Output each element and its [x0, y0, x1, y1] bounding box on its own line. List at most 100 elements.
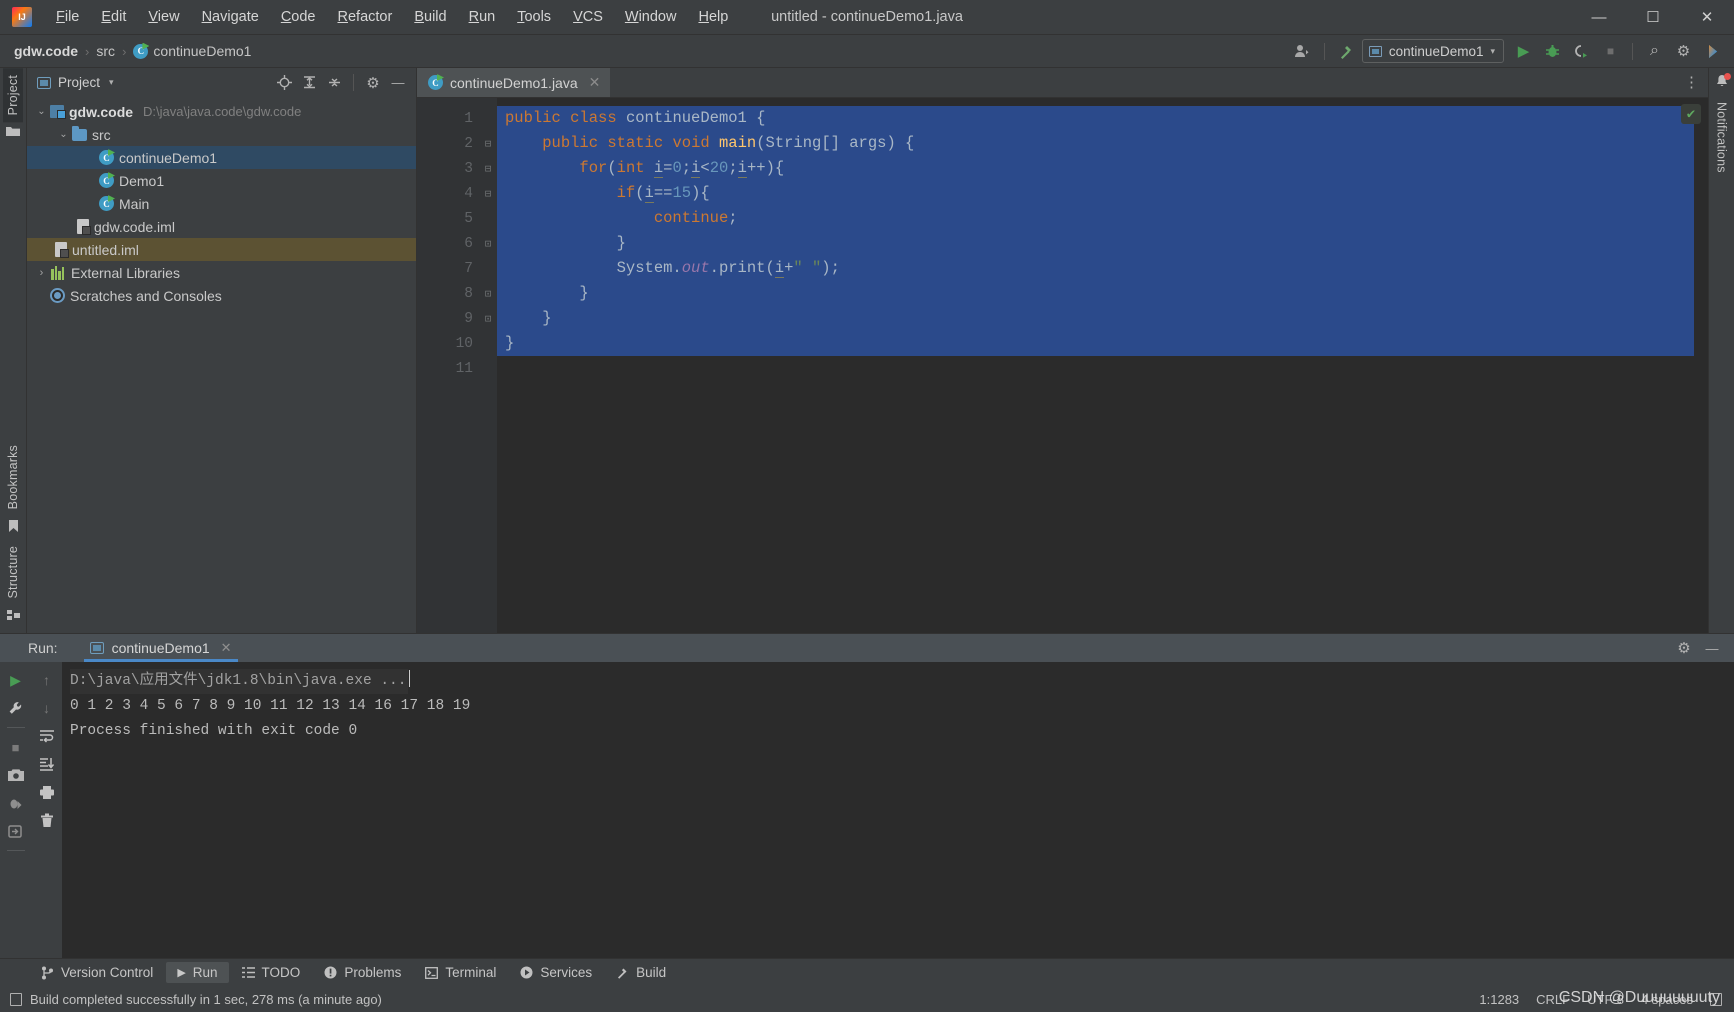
run-button[interactable]: ▶ [1510, 39, 1537, 64]
code-editor[interactable]: 1 2 3 4 5 6 7 8 9 10 11 ⊟ ⊟ ⊟ ⊡ ⊡ ⊡ publ… [417, 98, 1708, 633]
bottom-tab-problems[interactable]: Problems [313, 962, 412, 983]
ide-helper-icon[interactable] [1699, 39, 1726, 64]
chevron-right-icon[interactable]: › [33, 267, 50, 279]
indent-setting[interactable]: 4 spaces [1641, 992, 1693, 1007]
menu-tools[interactable]: Tools [507, 5, 561, 29]
prev-occurrence-icon[interactable]: ↑ [34, 667, 60, 693]
lock-icon[interactable] [1710, 992, 1722, 1006]
trash-icon[interactable] [34, 807, 60, 833]
breadcrumb-file[interactable]: continueDemo1 [153, 43, 251, 59]
caret-position[interactable]: 1:1283 [1479, 992, 1519, 1007]
bottom-tab-services[interactable]: Services [509, 962, 603, 983]
gear-icon[interactable]: ⚙ [1670, 39, 1697, 64]
hide-panel-icon[interactable]: — [1700, 637, 1724, 659]
rerun-button[interactable]: ▶ [3, 667, 29, 693]
maximize-button[interactable]: ☐ [1626, 0, 1680, 34]
hide-panel-icon[interactable]: — [386, 72, 410, 94]
gear-icon[interactable]: ⚙ [361, 72, 385, 94]
menu-refactor[interactable]: Refactor [328, 5, 403, 29]
fold-marker-end[interactable]: ⊡ [479, 281, 497, 306]
next-occurrence-icon[interactable]: ↓ [34, 695, 60, 721]
collapse-all-icon[interactable] [322, 72, 346, 94]
menu-file[interactable]: File [46, 5, 89, 29]
print-icon[interactable] [34, 779, 60, 805]
menu-navigate[interactable]: Navigate [192, 5, 269, 29]
tree-node-untitled-iml[interactable]: untitled.iml [27, 238, 416, 261]
bottom-tab-terminal[interactable]: Terminal [414, 962, 507, 983]
menu-edit[interactable]: Edit [91, 5, 136, 29]
stop-button[interactable]: ■ [3, 734, 29, 760]
structure-icon[interactable] [6, 609, 20, 625]
editor-area: C continueDemo1.java ✕ ⋮ 1 2 3 4 5 6 7 8… [417, 68, 1708, 633]
editor-tab-continueDemo1[interactable]: C continueDemo1.java ✕ [417, 68, 611, 97]
fold-marker-end[interactable]: ⊡ [479, 306, 497, 331]
chevron-down-icon[interactable]: ▾ [109, 77, 114, 88]
menu-view[interactable]: View [138, 5, 189, 29]
bottom-tab-label: Build [636, 965, 667, 980]
sidebar-tab-bookmarks[interactable]: Bookmarks [3, 438, 23, 516]
minimize-button[interactable]: — [1572, 0, 1626, 34]
menu-vcs[interactable]: VCS [563, 5, 613, 29]
bottom-tab-todo[interactable]: TODO [231, 962, 312, 983]
close-icon[interactable]: ✕ [221, 640, 232, 656]
menu-window[interactable]: Window [615, 5, 687, 29]
menu-build[interactable]: Build [404, 5, 456, 29]
gear-icon[interactable]: ⚙ [1672, 637, 1696, 659]
bookmark-icon[interactable] [8, 519, 19, 536]
bell-icon[interactable] [1715, 73, 1731, 91]
menu-run[interactable]: Run [459, 5, 506, 29]
user-icon[interactable] [1289, 39, 1316, 64]
breadcrumb-project[interactable]: gdw.code [14, 43, 78, 59]
bottom-tab-run[interactable]: ▶ Run [166, 962, 229, 983]
tree-node-continueDemo1[interactable]: C continueDemo1 [27, 146, 416, 169]
expand-all-icon[interactable] [297, 72, 321, 94]
tree-node-gdw-code[interactable]: ⌄ gdw.code D:\java\java.code\gdw.code [27, 100, 416, 123]
debug-icon[interactable] [1539, 39, 1566, 64]
tree-node-src[interactable]: ⌄ src [27, 123, 416, 146]
search-icon[interactable]: ⌕ [1641, 39, 1668, 64]
editor-right-gutter[interactable] [1694, 98, 1708, 633]
thread-dump-icon[interactable] [3, 790, 29, 816]
menu-help[interactable]: Help [688, 5, 738, 29]
camera-icon[interactable] [3, 762, 29, 788]
scroll-to-end-icon[interactable] [34, 751, 60, 777]
bottom-tab-version-control[interactable]: Version Control [30, 962, 164, 983]
sidebar-tab-project[interactable]: Project [3, 68, 23, 123]
run-with-coverage-icon[interactable] [1568, 39, 1595, 64]
folder-icon[interactable] [6, 125, 20, 140]
close-button[interactable]: ✕ [1680, 0, 1734, 34]
soft-wrap-icon[interactable] [34, 723, 60, 749]
console-output[interactable]: D:\java\应用文件\jdk1.8\bin\java.exe ... 0 1… [62, 662, 1734, 958]
crosshair-icon[interactable] [272, 72, 296, 94]
tree-node-Main[interactable]: C Main [27, 192, 416, 215]
chevron-down-icon[interactable]: ⌄ [55, 129, 72, 140]
sidebar-tab-structure[interactable]: Structure [3, 539, 23, 606]
run-tab-continueDemo1[interactable]: continueDemo1 ✕ [80, 634, 242, 662]
fold-marker-end[interactable]: ⊡ [479, 231, 497, 256]
tree-node-scratches-consoles[interactable]: Scratches and Consoles [27, 284, 416, 307]
code-content[interactable]: public class continueDemo1 { public stat… [497, 98, 1694, 633]
menu-code[interactable]: Code [271, 5, 326, 29]
breadcrumb-folder[interactable]: src [96, 43, 115, 59]
tree-node-Demo1[interactable]: C Demo1 [27, 169, 416, 192]
tree-node-external-libraries[interactable]: › External Libraries [27, 261, 416, 284]
tree-label: External Libraries [71, 264, 180, 281]
close-icon[interactable]: ✕ [589, 74, 601, 91]
sidebar-tab-notifications[interactable]: Notifications [1712, 95, 1732, 180]
run-configuration-selector[interactable]: continueDemo1 ▾ [1361, 39, 1504, 63]
tree-label: Scratches and Consoles [70, 287, 222, 304]
bottom-tab-build[interactable]: Build [605, 962, 677, 983]
inspection-status-badge[interactable]: ✔ [1681, 104, 1701, 124]
export-icon[interactable] [3, 818, 29, 844]
fold-marker-start[interactable]: ⊟ [479, 131, 497, 156]
tree-node-gdw-code-iml[interactable]: gdw.code.iml [27, 215, 416, 238]
hammer-icon[interactable] [1333, 39, 1360, 64]
wrench-icon[interactable] [3, 695, 29, 721]
more-actions-icon[interactable]: ⋮ [1684, 75, 1700, 90]
fold-marker-start[interactable]: ⊟ [479, 156, 497, 181]
fold-marker-start[interactable]: ⊟ [479, 181, 497, 206]
file-encoding[interactable]: UTF-8 [1587, 992, 1624, 1007]
line-separator[interactable]: CRLF [1536, 992, 1570, 1007]
stop-button[interactable]: ■ [1597, 39, 1624, 64]
chevron-down-icon[interactable]: ⌄ [33, 106, 50, 117]
